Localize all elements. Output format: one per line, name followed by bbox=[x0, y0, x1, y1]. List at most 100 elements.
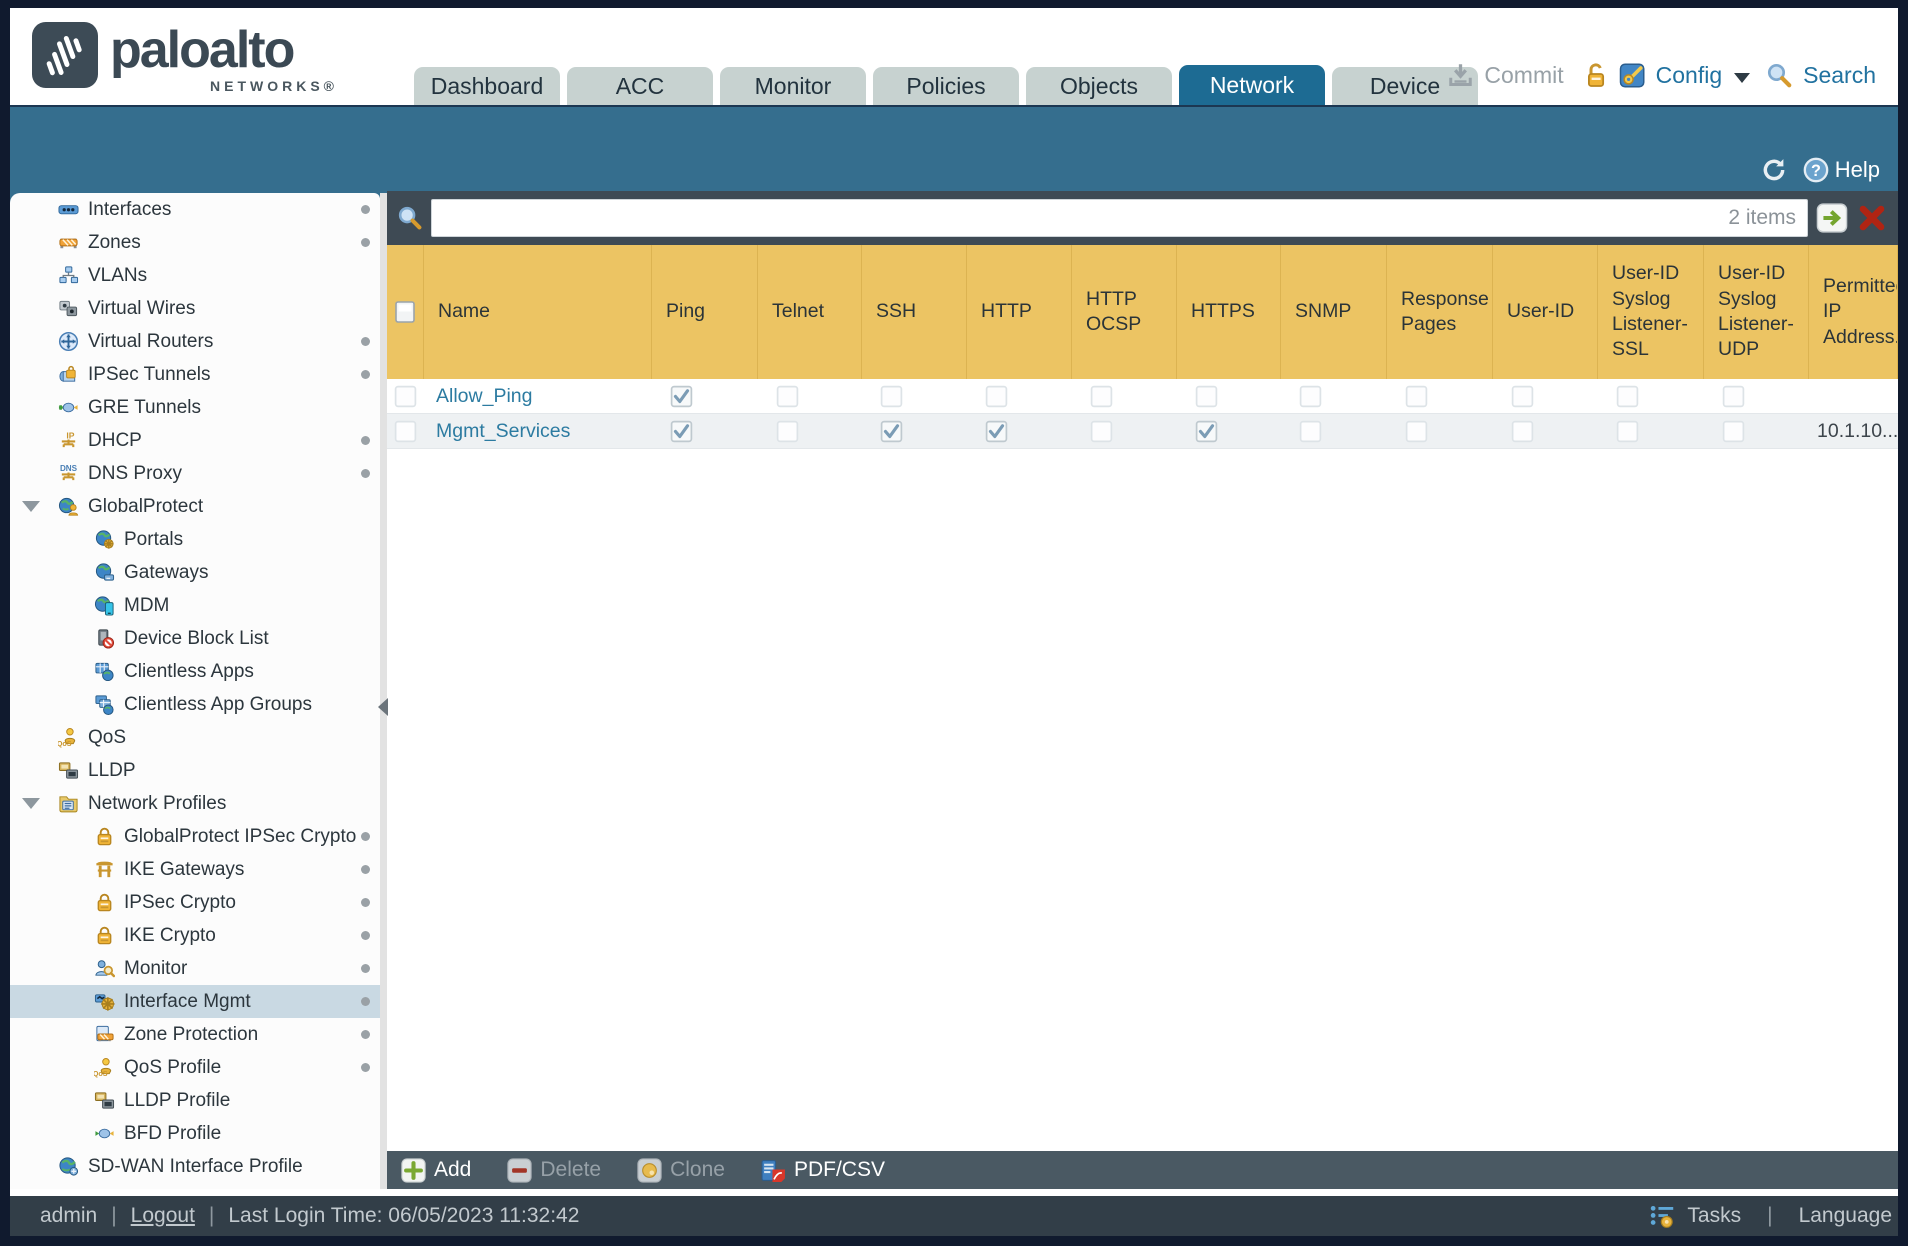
help-link[interactable]: Help bbox=[1835, 157, 1880, 183]
column-header-permitted[interactable]: Permitted IP Address... bbox=[1809, 245, 1898, 379]
column-header-name[interactable]: Name bbox=[424, 245, 652, 379]
unchecked-checkbox-icon[interactable] bbox=[776, 420, 799, 443]
sidebar-item-dhcp[interactable]: IP DHCP bbox=[10, 424, 380, 457]
unchecked-checkbox-icon[interactable] bbox=[985, 385, 1008, 408]
checked-checkbox-icon[interactable] bbox=[670, 385, 693, 408]
sidebar-item-dns-proxy[interactable]: DNS DNS Proxy bbox=[10, 457, 380, 490]
commit-icon[interactable] bbox=[1447, 62, 1474, 89]
column-header-response_pages[interactable]: Response Pages bbox=[1387, 245, 1493, 379]
unchecked-checkbox-icon[interactable] bbox=[1616, 385, 1639, 408]
unlock-icon[interactable] bbox=[1582, 62, 1609, 89]
column-header-ssh[interactable]: SSH bbox=[862, 245, 967, 379]
sidebar-item-globalprotect[interactable]: GlobalProtect bbox=[10, 490, 380, 523]
column-header-snmp[interactable]: SNMP bbox=[1281, 245, 1387, 379]
clear-filter-button[interactable] bbox=[1856, 203, 1888, 233]
column-header-uid_udp[interactable]: User-ID Syslog Listener-UDP bbox=[1704, 245, 1809, 379]
sidebar-item-ike-crypto[interactable]: IKE Crypto bbox=[10, 919, 380, 952]
sidebar-item-network-profiles[interactable]: Network Profiles bbox=[10, 787, 380, 820]
commit-button[interactable]: Commit bbox=[1484, 62, 1563, 89]
unchecked-checkbox-icon[interactable] bbox=[1722, 385, 1745, 408]
sidebar-item-lldp[interactable]: LLDP bbox=[10, 754, 380, 787]
unchecked-checkbox-icon[interactable] bbox=[880, 385, 903, 408]
select-all-checkbox[interactable] bbox=[394, 300, 416, 324]
sidebar-item-mdm[interactable]: MDM bbox=[10, 589, 380, 622]
filter-input[interactable] bbox=[431, 199, 1808, 237]
column-header-http_ocsp[interactable]: HTTP OCSP bbox=[1072, 245, 1177, 379]
tab-dashboard[interactable]: Dashboard bbox=[414, 67, 560, 105]
sidebar-item-sd-wan-interface-profile[interactable]: SD-WAN Interface Profile bbox=[10, 1150, 380, 1183]
sidebar-item-ike-gateways[interactable]: IKE Gateways bbox=[10, 853, 380, 886]
unchecked-checkbox-icon[interactable] bbox=[1511, 385, 1534, 408]
tab-network[interactable]: Network bbox=[1179, 65, 1325, 105]
unchecked-checkbox-icon[interactable] bbox=[1090, 420, 1113, 443]
add-button[interactable]: Add bbox=[401, 1157, 471, 1183]
column-header-http[interactable]: HTTP bbox=[967, 245, 1072, 379]
unchecked-checkbox-icon[interactable] bbox=[1299, 385, 1322, 408]
profile-name-link[interactable]: Allow_Ping bbox=[424, 385, 532, 408]
sidebar-item-qos[interactable]: QoS QoS bbox=[10, 721, 380, 754]
column-header-https[interactable]: HTTPS bbox=[1177, 245, 1281, 379]
sidebar-item-clientless-app-groups[interactable]: Clientless App Groups bbox=[10, 688, 380, 721]
unchecked-checkbox-icon[interactable] bbox=[1299, 420, 1322, 443]
sidebar-item-portals[interactable]: Portals bbox=[10, 523, 380, 556]
checkbox-icon[interactable] bbox=[394, 420, 417, 443]
sidebar-item-zones[interactable]: Zones bbox=[10, 226, 380, 259]
sidebar-item-lldp-profile[interactable]: LLDP Profile bbox=[10, 1084, 380, 1117]
table-row[interactable]: Mgmt_Services 10.1.10... bbox=[387, 414, 1898, 449]
sidebar-item-gre-tunnels[interactable]: GRE Tunnels bbox=[10, 391, 380, 424]
profile-name-link[interactable]: Mgmt_Services bbox=[424, 420, 570, 443]
config-menu[interactable]: Config bbox=[1656, 62, 1722, 89]
sidebar-item-device-block-list[interactable]: Device Block List bbox=[10, 622, 380, 655]
unchecked-checkbox-icon[interactable] bbox=[1405, 420, 1428, 443]
expand-triangle-icon[interactable] bbox=[22, 501, 40, 512]
column-header-select[interactable] bbox=[387, 245, 424, 379]
tab-acc[interactable]: ACC bbox=[567, 67, 713, 105]
unchecked-checkbox-icon[interactable] bbox=[1090, 385, 1113, 408]
language-button[interactable]: Language bbox=[1799, 1204, 1892, 1228]
sidebar-item-vlans[interactable]: VLANs bbox=[10, 259, 380, 292]
search-icon[interactable] bbox=[1766, 62, 1793, 89]
sidebar-item-virtual-routers[interactable]: Virtual Routers bbox=[10, 325, 380, 358]
refresh-icon[interactable] bbox=[1761, 157, 1787, 183]
row-checkbox[interactable] bbox=[387, 414, 424, 448]
table-row[interactable]: Allow_Ping bbox=[387, 379, 1898, 414]
tab-objects[interactable]: Objects bbox=[1026, 67, 1172, 105]
sidebar-item-clientless-apps[interactable]: Clientless Apps bbox=[10, 655, 380, 688]
apply-filter-button[interactable] bbox=[1816, 203, 1848, 233]
unchecked-checkbox-icon[interactable] bbox=[776, 385, 799, 408]
sidebar-item-zone-protection[interactable]: Zone Protection bbox=[10, 1018, 380, 1051]
collapse-sidebar-icon[interactable] bbox=[378, 698, 388, 716]
clone-button[interactable]: Clone bbox=[637, 1157, 725, 1183]
tab-monitor[interactable]: Monitor bbox=[720, 67, 866, 105]
checked-checkbox-icon[interactable] bbox=[880, 420, 903, 443]
sidebar-item-gateways[interactable]: Gateways bbox=[10, 556, 380, 589]
sidebar-item-monitor[interactable]: Monitor bbox=[10, 952, 380, 985]
checked-checkbox-icon[interactable] bbox=[985, 420, 1008, 443]
tasks-button[interactable]: Tasks bbox=[1687, 1204, 1741, 1228]
config-icon[interactable] bbox=[1619, 62, 1646, 89]
unchecked-checkbox-icon[interactable] bbox=[1405, 385, 1428, 408]
sidebar-item-interface-mgmt[interactable]: Interface Mgmt bbox=[10, 985, 380, 1018]
checked-checkbox-icon[interactable] bbox=[1195, 420, 1218, 443]
pdf-csv-button[interactable]: PDF/CSV bbox=[761, 1158, 885, 1183]
tab-policies[interactable]: Policies bbox=[873, 67, 1019, 105]
sidebar-item-interfaces[interactable]: Interfaces bbox=[10, 193, 380, 226]
unchecked-checkbox-icon[interactable] bbox=[1511, 420, 1534, 443]
column-header-ping[interactable]: Ping bbox=[652, 245, 758, 379]
delete-button[interactable]: Delete bbox=[507, 1157, 601, 1183]
column-header-uid_ssl[interactable]: User-ID Syslog Listener-SSL bbox=[1598, 245, 1704, 379]
checked-checkbox-icon[interactable] bbox=[670, 420, 693, 443]
sidebar-item-ipsec-crypto[interactable]: IPSec Crypto bbox=[10, 886, 380, 919]
sidebar-item-globalprotect-ipsec-crypto[interactable]: GlobalProtect IPSec Crypto bbox=[10, 820, 380, 853]
global-search-button[interactable]: Search bbox=[1803, 62, 1876, 89]
sidebar-item-virtual-wires[interactable]: Virtual Wires bbox=[10, 292, 380, 325]
sidebar-item-ipsec-tunnels[interactable]: IPSec Tunnels bbox=[10, 358, 380, 391]
unchecked-checkbox-icon[interactable] bbox=[1195, 385, 1218, 408]
column-header-userid[interactable]: User-ID bbox=[1493, 245, 1598, 379]
unchecked-checkbox-icon[interactable] bbox=[1722, 420, 1745, 443]
checkbox-icon[interactable] bbox=[394, 385, 417, 408]
logout-link[interactable]: Logout bbox=[131, 1204, 195, 1228]
sidebar-item-bfd-profile[interactable]: BFD Profile bbox=[10, 1117, 380, 1150]
chevron-down-icon[interactable] bbox=[1734, 72, 1751, 83]
sidebar-item-qos-profile[interactable]: QoS QoS Profile bbox=[10, 1051, 380, 1084]
